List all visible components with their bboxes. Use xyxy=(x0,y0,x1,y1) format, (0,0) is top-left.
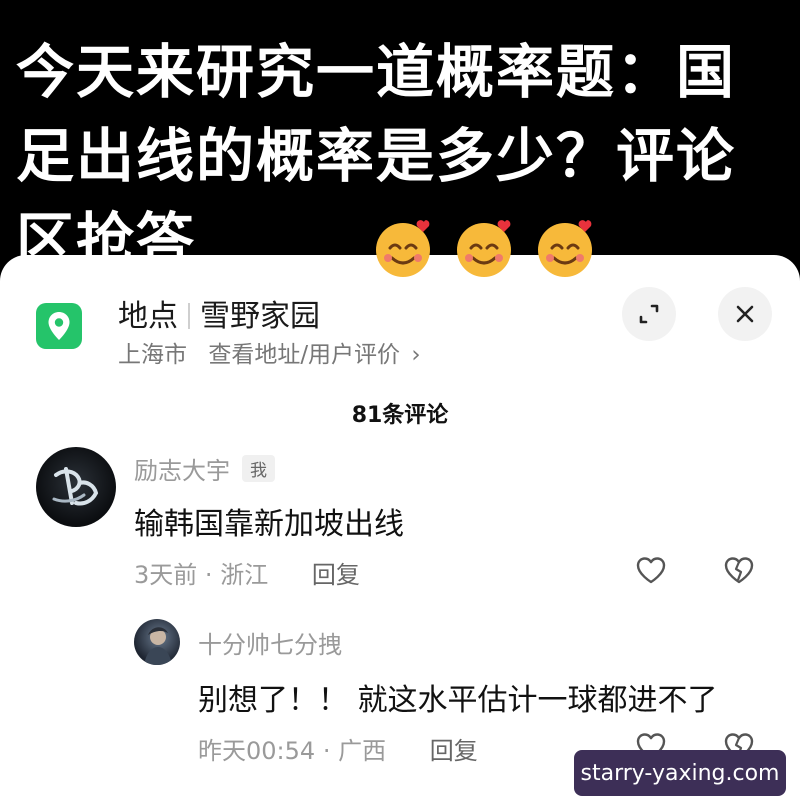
comment-region: 广西 xyxy=(338,737,387,765)
location-divider xyxy=(188,303,190,329)
close-icon xyxy=(736,305,754,323)
smiling-face-with-hearts-icon xyxy=(457,220,512,277)
map-pin-icon xyxy=(36,303,82,349)
reply-button[interactable]: 回复 xyxy=(312,561,360,589)
expand-button[interactable] xyxy=(622,287,676,341)
emoji-group xyxy=(370,214,610,284)
location-city: 上海市 xyxy=(118,342,187,368)
me-badge: 我 xyxy=(242,455,275,482)
comment-author-name: 励志大宇 xyxy=(134,457,230,485)
comment-region: 浙江 xyxy=(220,561,269,589)
location-subtitle[interactable]: 上海市 查看地址/用户评价 › xyxy=(118,335,421,369)
comment-meta: 昨天00:54 · 广西 回复 xyxy=(198,731,478,766)
location-title[interactable]: 地点 雪野家园 xyxy=(118,291,320,335)
close-button[interactable] xyxy=(718,287,772,341)
location-label: 地点 xyxy=(118,299,178,334)
like-heart-icon[interactable] xyxy=(634,553,668,587)
avatar[interactable] xyxy=(134,619,180,665)
chevron-right-icon: › xyxy=(411,342,421,368)
reply-button[interactable]: 回复 xyxy=(430,737,478,765)
location-name: 雪野家园 xyxy=(200,299,320,334)
comment-author[interactable]: 励志大宇我 xyxy=(134,451,275,486)
location-comment-sheet: 地点 雪野家园 上海市 查看地址/用户评价 › 81条评论 励志大宇我 输韩国靠新… xyxy=(0,255,800,809)
watermark: starry-yaxing.com xyxy=(574,750,786,796)
comment-time: 3天前 xyxy=(134,561,198,589)
comment-meta: 3天前 · 浙江 回复 xyxy=(134,555,360,590)
comment-time: 昨天00:54 xyxy=(198,737,316,765)
expand-icon xyxy=(639,304,659,324)
smiling-face-with-hearts-icon xyxy=(376,220,430,277)
comment-author-name[interactable]: 十分帅七分拽 xyxy=(198,625,342,660)
location-details-link[interactable]: 查看地址/用户评价 xyxy=(208,342,400,368)
comment-text: 别想了！！ 就这水平估计一球都进不了 xyxy=(198,683,718,718)
meta-separator: · xyxy=(322,737,331,765)
comment-text: 输韩国靠新加坡出线 xyxy=(134,507,404,542)
comments-count: 81条评论 xyxy=(351,403,449,428)
avatar[interactable] xyxy=(36,447,116,527)
smiling-face-with-hearts-icon xyxy=(538,220,593,277)
meta-separator: · xyxy=(204,561,213,589)
dislike-broken-heart-icon[interactable] xyxy=(722,553,756,587)
